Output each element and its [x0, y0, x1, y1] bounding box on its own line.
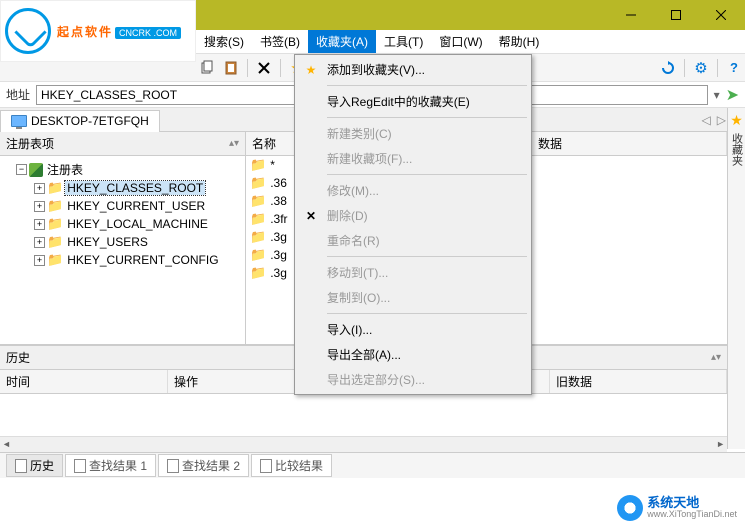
history-col-old[interactable]: 旧数据	[550, 370, 727, 393]
toolbar-delete-button[interactable]	[253, 57, 275, 79]
bottom-tab-search1[interactable]: 查找结果 1	[65, 454, 156, 477]
tree-node-hkcr[interactable]: +📁HKEY_CLASSES_ROOT	[2, 179, 243, 197]
menu-tools[interactable]: 工具(T)	[376, 30, 431, 53]
expand-icon[interactable]: +	[34, 237, 45, 248]
folder-icon: 📁	[250, 229, 266, 245]
panel-collapse-button[interactable]: ▴▾	[711, 352, 721, 363]
history-scrollbar[interactable]	[0, 436, 727, 452]
favorites-dropdown: ★添加到收藏夹(V)... 导入RegEdit中的收藏夹(E) 新建类别(C) …	[294, 54, 532, 395]
document-icon	[167, 459, 179, 473]
brand-cn: 系统天地	[647, 496, 737, 510]
panel-collapse-button[interactable]: ▴▾	[229, 138, 239, 149]
address-label: 地址	[6, 86, 30, 103]
gear-icon	[617, 495, 643, 521]
bottom-tab-history[interactable]: 历史	[6, 454, 63, 477]
toolbar-settings-button[interactable]: ⚙	[690, 57, 712, 79]
tab-prev-button[interactable]: ◁	[700, 113, 713, 127]
history-body[interactable]	[0, 394, 727, 436]
maximize-button[interactable]	[653, 1, 698, 29]
menu-bookmarks[interactable]: 书签(B)	[252, 30, 308, 53]
tree-node-hklm[interactable]: +📁HKEY_LOCAL_MACHINE	[2, 215, 243, 233]
branding-watermark: 系统天地 www.XiTongTianDi.net	[617, 495, 737, 521]
bottom-tab-search2[interactable]: 查找结果 2	[158, 454, 249, 477]
toolbar-copy-button[interactable]	[196, 57, 218, 79]
document-icon	[74, 459, 86, 473]
toolbar-refresh-button[interactable]	[657, 57, 679, 79]
document-icon	[260, 459, 272, 473]
history-col-time[interactable]: 时间	[0, 370, 168, 393]
logo-badge: CNCRK .COM	[115, 27, 181, 39]
expand-icon[interactable]: +	[34, 183, 45, 194]
tab-label: DESKTOP-7ETGFQH	[31, 114, 149, 128]
folder-icon: 📁	[250, 193, 266, 209]
folder-icon: 📁	[47, 234, 63, 250]
folder-icon: 📁	[250, 247, 266, 263]
menu-rename: 重命名(R)	[297, 228, 529, 253]
menu-import[interactable]: 导入(I)...	[297, 317, 529, 342]
menu-help[interactable]: 帮助(H)	[491, 30, 548, 53]
toolbar-help-button[interactable]: ?	[723, 57, 745, 79]
menu-copy-to: 复制到(O)...	[297, 285, 529, 310]
registry-tree[interactable]: −注册表 +📁HKEY_CLASSES_ROOT +📁HKEY_CURRENT_…	[0, 156, 245, 344]
folder-icon: 📁	[250, 265, 266, 281]
menu-export-all[interactable]: 导出全部(A)...	[297, 342, 529, 367]
minimize-button[interactable]	[608, 1, 653, 29]
star-icon: ★	[730, 112, 743, 129]
monitor-icon	[11, 115, 27, 127]
tab-next-button[interactable]: ▷	[715, 113, 728, 127]
favorites-sidepanel[interactable]: ★ 收藏夹	[727, 108, 745, 449]
registry-icon	[29, 163, 43, 177]
menu-delete: ✕删除(D)	[297, 203, 529, 228]
folder-icon: 📁	[47, 216, 63, 232]
expand-icon[interactable]: −	[16, 164, 27, 175]
logo-watermark: 起点软件CNCRK .COM	[0, 0, 196, 62]
menu-move-to: 移动到(T)...	[297, 260, 529, 285]
tree-root[interactable]: −注册表	[2, 160, 243, 179]
menu-new-category: 新建类别(C)	[297, 121, 529, 146]
tree-node-hku[interactable]: +📁HKEY_USERS	[2, 233, 243, 251]
menu-new-favorite: 新建收藏项(F)...	[297, 146, 529, 171]
menu-add-favorite[interactable]: ★添加到收藏夹(V)...	[297, 57, 529, 82]
menu-window[interactable]: 窗口(W)	[431, 30, 490, 53]
toolbar-paste-button[interactable]	[220, 57, 242, 79]
tree-node-hkcc[interactable]: +📁HKEY_CURRENT_CONFIG	[2, 251, 243, 269]
menu-favorites[interactable]: 收藏夹(A)	[308, 30, 376, 53]
expand-icon[interactable]: +	[34, 255, 45, 266]
bottom-tabbar: 历史 查找结果 1 查找结果 2 比较结果	[0, 452, 745, 478]
expand-icon[interactable]: +	[34, 219, 45, 230]
document-icon	[15, 459, 27, 473]
folder-icon: 📁	[47, 252, 63, 268]
expand-icon[interactable]: +	[34, 201, 45, 212]
folder-icon: 📁	[250, 175, 266, 191]
tree-panel-header: 注册表项 ▴▾	[0, 132, 245, 156]
favorites-label: 收藏夹	[729, 133, 745, 166]
logo-text-cn: 起点软件	[57, 23, 113, 40]
star-icon: ★	[303, 63, 319, 77]
address-dropdown[interactable]: ▾	[714, 88, 720, 102]
tree-node-hkcu[interactable]: +📁HKEY_CURRENT_USER	[2, 197, 243, 215]
menu-search[interactable]: 搜索(S)	[196, 30, 252, 53]
menu-export-selected: 导出选定部分(S)...	[297, 367, 529, 392]
brand-en: www.XiTongTianDi.net	[647, 510, 737, 520]
address-go-button[interactable]: ➤	[726, 85, 739, 105]
col-data-header[interactable]: 数据	[532, 132, 727, 155]
bottom-tab-compare[interactable]: 比较结果	[251, 454, 332, 477]
close-icon: ✕	[303, 209, 319, 223]
menu-import-regedit[interactable]: 导入RegEdit中的收藏夹(E)	[297, 89, 529, 114]
folder-icon: 📁	[250, 157, 266, 173]
menu-modify: 修改(M)...	[297, 178, 529, 203]
close-button[interactable]	[698, 1, 743, 29]
logo-icon	[5, 8, 51, 54]
folder-icon: 📁	[47, 198, 63, 214]
folder-icon: 📁	[47, 180, 63, 196]
folder-icon: 📁	[250, 211, 266, 227]
registry-tree-panel: 注册表项 ▴▾ −注册表 +📁HKEY_CLASSES_ROOT +📁HKEY_…	[0, 132, 246, 344]
tab-desktop[interactable]: DESKTOP-7ETGFQH	[0, 110, 160, 132]
